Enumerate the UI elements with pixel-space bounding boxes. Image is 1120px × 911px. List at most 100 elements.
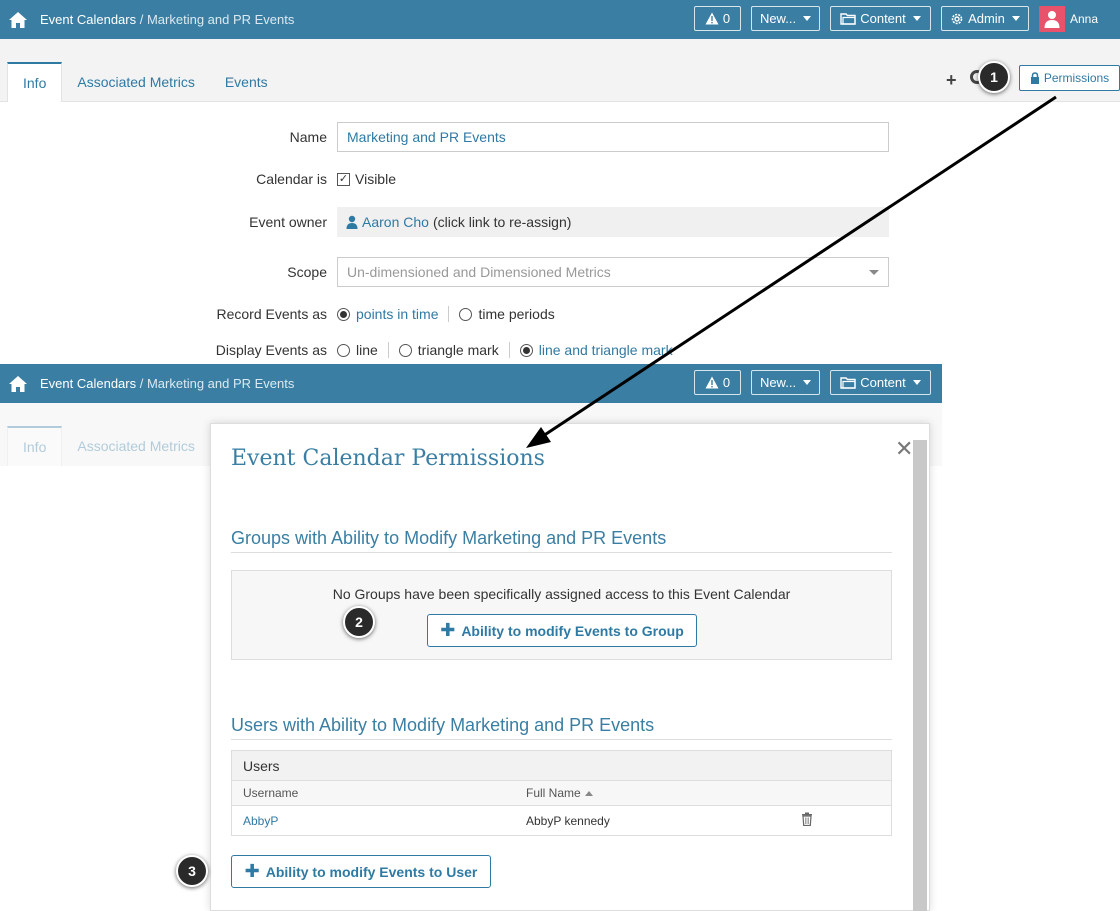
option-divider (448, 306, 450, 322)
radio-selected[interactable] (337, 307, 350, 321)
close-icon[interactable]: ✕ (895, 436, 913, 462)
event-owner-field: Aaron Cho (click link to re-assign) (337, 207, 889, 237)
gear-icon (951, 13, 963, 24)
alerts-count: 0 (722, 11, 731, 26)
display-events-label: Display Events as (215, 342, 327, 358)
display-triangle-option[interactable]: triangle mark (398, 342, 499, 358)
plus-icon: ✚ (440, 620, 456, 640)
name-label: Name (289, 129, 327, 145)
form-row-scope: Scope Un-dimensioned and Dimensioned Met… (0, 257, 900, 287)
step-badge-1: 1 (978, 61, 1010, 93)
scope-value: Un-dimensioned and Dimensioned Metrics (347, 264, 611, 280)
admin-menu-button[interactable]: Admin (941, 6, 1029, 31)
option-divider (387, 342, 389, 358)
display-triangle-label: triangle mark (417, 342, 499, 358)
new-menu-button[interactable]: New... (751, 6, 820, 31)
user-menu[interactable]: Anna (1039, 6, 1098, 32)
form-row-display: Display Events as line triangle mark lin… (0, 335, 900, 365)
groups-empty-message: No Groups have been specifically assigne… (332, 586, 791, 602)
new-menu-button[interactable]: New... (751, 370, 820, 395)
caret-down-icon (803, 16, 812, 21)
step-badge-3: 3 (176, 855, 208, 887)
tab-bar-2: Info Associated Metrics (7, 426, 210, 466)
trash-icon[interactable] (801, 812, 813, 829)
content-label: Content (860, 11, 906, 26)
visible-checkbox[interactable]: ✓ (337, 172, 350, 186)
plus-icon: ✚ (244, 861, 260, 881)
add-group-button[interactable]: ✚ Ability to modify Events to Group (427, 614, 697, 647)
tab-info[interactable]: Info (7, 62, 63, 102)
display-line-label: line (356, 342, 378, 358)
col-username[interactable]: Username (243, 786, 298, 800)
username-link[interactable]: AbbyP (243, 814, 278, 828)
form-row-name: Name Marketing and PR Events (0, 122, 900, 152)
permissions-label: Permissions (1043, 71, 1110, 85)
tab-associated-metrics[interactable]: Associated Metrics (62, 62, 209, 102)
event-owner-hint: (click link to re-assign) (432, 214, 572, 230)
radio-selected[interactable] (519, 343, 533, 357)
dialog-title: Event Calendar Permissions (231, 446, 545, 471)
tab-events[interactable]: Events (210, 62, 283, 102)
dialog-scrollbar[interactable] (913, 440, 927, 911)
radio-unselected[interactable] (398, 343, 412, 357)
admin-label: Admin (968, 11, 1005, 26)
warning-icon (705, 376, 719, 389)
home-icon[interactable] (7, 10, 29, 30)
users-heading: Users with Ability to Modify Marketing a… (231, 715, 892, 740)
breadcrumb-current: Marketing and PR Events (146, 376, 295, 391)
scope-select[interactable]: Un-dimensioned and Dimensioned Metrics (337, 257, 889, 287)
name-input[interactable]: Marketing and PR Events (337, 122, 889, 152)
tab-info[interactable]: Info (7, 426, 63, 466)
tab-bar: Info Associated Metrics Events (7, 62, 283, 102)
folder-icon (840, 377, 856, 389)
add-icon[interactable]: + (946, 70, 957, 91)
record-points-label: points in time (356, 306, 439, 322)
users-table-header: Username Full Name (232, 781, 891, 806)
content-menu-button[interactable]: Content (830, 6, 931, 31)
add-group-label: Ability to modify Events to Group (461, 622, 684, 639)
record-periods-option[interactable]: time periods (459, 306, 555, 322)
calendar-is-label: Calendar is (256, 171, 327, 187)
user-name: Anna (1070, 12, 1099, 26)
lock-icon (1030, 72, 1039, 84)
permissions-button[interactable]: Permissions (1019, 65, 1120, 91)
new-label: New... (759, 375, 797, 390)
table-row: AbbyP AbbyP kennedy (232, 806, 891, 835)
home-icon[interactable] (7, 374, 29, 394)
caret-down-icon (912, 380, 921, 385)
alerts-button[interactable]: 0 (694, 370, 741, 395)
add-user-label: Ability to modify Events to User (265, 863, 478, 880)
breadcrumb: Event Calendars / Marketing and PR Event… (40, 376, 294, 391)
breadcrumb-root[interactable]: Event Calendars (40, 376, 136, 391)
groups-heading: Groups with Ability to Modify Marketing … (231, 528, 892, 553)
chevron-down-icon (869, 269, 879, 275)
breadcrumb-root[interactable]: Event Calendars (40, 12, 136, 27)
scope-label: Scope (287, 264, 327, 280)
users-table: Users Username Full Name AbbyP AbbyP ken… (231, 750, 892, 836)
content-menu-button[interactable]: Content (830, 370, 931, 395)
alerts-button[interactable]: 0 (694, 6, 741, 31)
fullname-cell: AbbyP kennedy (526, 813, 610, 828)
form-row-record: Record Events as points in time time per… (0, 299, 900, 329)
visible-label: Visible (355, 171, 396, 187)
record-points-option[interactable]: points in time (337, 306, 438, 322)
radio-unselected[interactable] (337, 343, 350, 357)
col-fullname[interactable]: Full Name (526, 786, 593, 800)
event-owner-link[interactable]: Aaron Cho (362, 214, 429, 230)
breadcrumb-sep: / (136, 12, 147, 27)
tab-associated-metrics[interactable]: Associated Metrics (62, 426, 209, 466)
new-label: New... (759, 11, 797, 26)
caret-down-icon (912, 16, 921, 21)
content-label: Content (860, 375, 906, 390)
record-events-label: Record Events as (216, 306, 328, 322)
step-badge-2: 2 (343, 606, 375, 638)
display-line-option[interactable]: line (337, 342, 378, 358)
radio-unselected[interactable] (459, 307, 473, 321)
warning-icon (705, 12, 719, 25)
add-user-button[interactable]: ✚ Ability to modify Events to User (231, 855, 491, 888)
user-icon (346, 215, 358, 229)
display-both-option[interactable]: line and triangle mark (519, 342, 673, 358)
caret-down-icon (803, 380, 812, 385)
caret-down-icon (1011, 16, 1020, 21)
folder-icon (840, 13, 856, 25)
